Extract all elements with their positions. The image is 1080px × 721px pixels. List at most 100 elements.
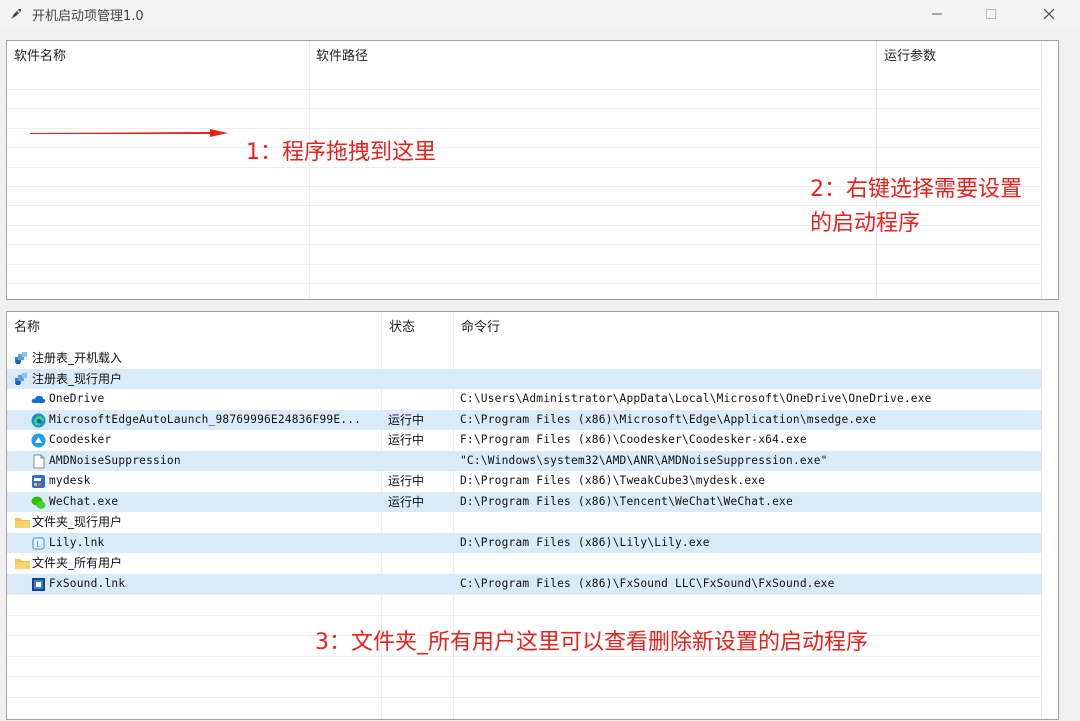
onedrive-icon	[31, 392, 46, 407]
item-status	[388, 574, 454, 595]
close-button[interactable]	[1022, 0, 1076, 28]
window-title: 开机启动项管理1.0	[32, 9, 144, 24]
vertical-scrollbar[interactable]	[1041, 41, 1058, 299]
grid-line	[7, 244, 1058, 246]
column-divider	[876, 41, 877, 299]
item-name-cell: FxSound.lnk	[7, 574, 379, 595]
item-name: FxSound.lnk	[49, 576, 126, 590]
grid-line	[7, 89, 1058, 90]
grid-line	[7, 166, 1058, 168]
item-name-cell: MicrosoftEdgeAutoLaunch_98769996E24836F9…	[7, 410, 379, 431]
item-command	[460, 553, 1058, 574]
minimize-icon	[932, 13, 942, 15]
item-name-cell: 注册表_现行用户	[7, 369, 379, 390]
item-name: 注册表_开机载入	[32, 351, 123, 365]
item-name: 文件夹_所有用户	[32, 556, 123, 570]
folder-icon	[14, 556, 30, 571]
item-name-cell: mydesk	[7, 471, 379, 492]
list-item[interactable]: L Lily.lnk D:\Program Files (x86)\Lily\Lil…	[7, 532, 1058, 554]
startup-items-panel[interactable]: 名称 状态 命令行 注册表_开机载入 注册表_现行用户 OneDrive C:\Use…	[6, 311, 1059, 720]
item-name: Lily.lnk	[49, 535, 105, 549]
grid-line	[7, 263, 1058, 265]
column-header-command[interactable]: 命令行	[454, 312, 1054, 344]
item-status: 运行中	[388, 494, 425, 509]
item-command: C:\Users\Administrator\AppData\Local\Mic…	[460, 392, 932, 405]
item-command: D:\Program Files (x86)\Tencent\WeChat\We…	[460, 494, 793, 508]
file-icon	[31, 454, 46, 469]
lily-icon: L	[31, 536, 46, 551]
column-header-run-args[interactable]: 运行参数	[877, 41, 1057, 73]
item-name: OneDrive	[49, 392, 105, 405]
grid-line	[7, 676, 1058, 677]
item-name-cell: Coodesker	[7, 430, 379, 451]
list-item[interactable]: AMDNoiseSuppression "C:\Windows\system32\…	[7, 450, 1058, 472]
item-status: 运行中	[388, 474, 425, 488]
column-header-name[interactable]: 名称	[7, 312, 379, 344]
list-item[interactable]: OneDrive C:\Users\Administrator\AppData\L…	[7, 389, 1058, 410]
item-status: 运行中	[388, 433, 425, 447]
registry-icon	[14, 372, 29, 387]
list-item[interactable]: 注册表_现行用户	[7, 368, 1058, 390]
list-item[interactable]: Coodesker 运行中 F:\Program Files (x86)\Coode…	[7, 430, 1058, 451]
close-icon	[1043, 8, 1055, 20]
list-item[interactable]: FxSound.lnk C:\Program Files (x86)\FxSoun…	[7, 573, 1058, 595]
list-item[interactable]: 文件夹_所有用户	[7, 553, 1058, 574]
drop-list-panel[interactable]: 软件名称 软件路径 运行参数	[6, 40, 1059, 300]
item-name: mydesk	[49, 474, 91, 487]
item-command: F:\Program Files (x86)\Coodesker\Coodesk…	[460, 433, 807, 446]
item-name-cell: AMDNoiseSuppression	[7, 451, 379, 472]
item-command: C:\Program Files (x86)\FxSound LLC\FxSou…	[460, 576, 835, 590]
item-status	[388, 512, 454, 533]
item-name: 文件夹_现行用户	[32, 515, 123, 529]
grid-line	[7, 594, 1058, 595]
minimize-button[interactable]	[910, 0, 964, 28]
fxsound-icon	[31, 577, 46, 592]
list-item[interactable]: 文件夹_现行用户	[7, 512, 1058, 533]
column-header-software-name[interactable]: 软件名称	[7, 41, 307, 73]
mydesk-icon	[31, 474, 46, 489]
item-status	[388, 553, 454, 574]
annotation-drag-here: 1：程序拖拽到这里	[246, 140, 436, 165]
item-command	[460, 348, 1058, 369]
item-status	[388, 369, 454, 390]
item-name: MicrosoftEdgeAutoLaunch_98769996E24836F9…	[49, 412, 362, 426]
svg-text:L: L	[36, 540, 41, 549]
item-name-cell: WeChat.exe	[7, 492, 379, 513]
item-name-cell: L Lily.lnk	[7, 533, 379, 554]
item-status	[388, 389, 454, 410]
item-name: Coodesker	[49, 433, 112, 446]
maximize-icon	[986, 9, 996, 19]
maximize-button[interactable]	[964, 0, 1018, 28]
title-bar: 开机启动项管理1.0	[0, 0, 1080, 28]
item-command	[460, 369, 1058, 390]
list-item[interactable]: mydesk 运行中 D:\Program Files (x86)\TweakCub…	[7, 471, 1058, 492]
grid-line	[7, 283, 1058, 284]
item-name-cell: 注册表_开机载入	[7, 348, 379, 369]
item-status: 运行中	[388, 412, 425, 427]
item-name: AMDNoiseSuppression	[49, 453, 181, 467]
list-item[interactable]: MicrosoftEdgeAutoLaunch_98769996E24836F9…	[7, 409, 1058, 431]
annotation-right-click-line1: 2：右键选择需要设置	[810, 177, 1022, 202]
grid-line	[7, 108, 1058, 110]
registry-icon	[14, 351, 29, 366]
list-item[interactable]: WeChat.exe 运行中 D:\Program Files (x86)\Tenc…	[7, 491, 1058, 513]
column-header-status[interactable]: 状态	[382, 312, 452, 344]
item-status	[388, 348, 454, 369]
item-status	[388, 533, 454, 554]
item-command: D:\Program Files (x86)\TweakCube3\mydesk…	[460, 474, 766, 487]
item-name: WeChat.exe	[49, 494, 119, 508]
grid-line	[7, 614, 1058, 616]
item-name: 注册表_现行用户	[32, 371, 123, 386]
grid-line	[7, 147, 1058, 149]
vertical-scrollbar[interactable]	[1041, 312, 1058, 719]
grid-line	[7, 696, 1058, 698]
column-header-software-path[interactable]: 软件路径	[309, 41, 879, 73]
startup-items-list: 注册表_开机载入 注册表_现行用户 OneDrive C:\Users\Adminis…	[7, 348, 1058, 594]
item-name-cell: 文件夹_现行用户	[7, 512, 379, 533]
arrow-right-icon	[30, 129, 228, 137]
list-item[interactable]: 注册表_开机载入	[7, 348, 1058, 369]
item-command: "C:\Windows\system32\AMD\ANR\AMDNoiseSup…	[460, 453, 828, 467]
item-command: D:\Program Files (x86)\Lily\Lily.exe	[460, 535, 710, 549]
coodesker-icon	[31, 433, 46, 448]
item-name-cell: OneDrive	[7, 389, 379, 410]
